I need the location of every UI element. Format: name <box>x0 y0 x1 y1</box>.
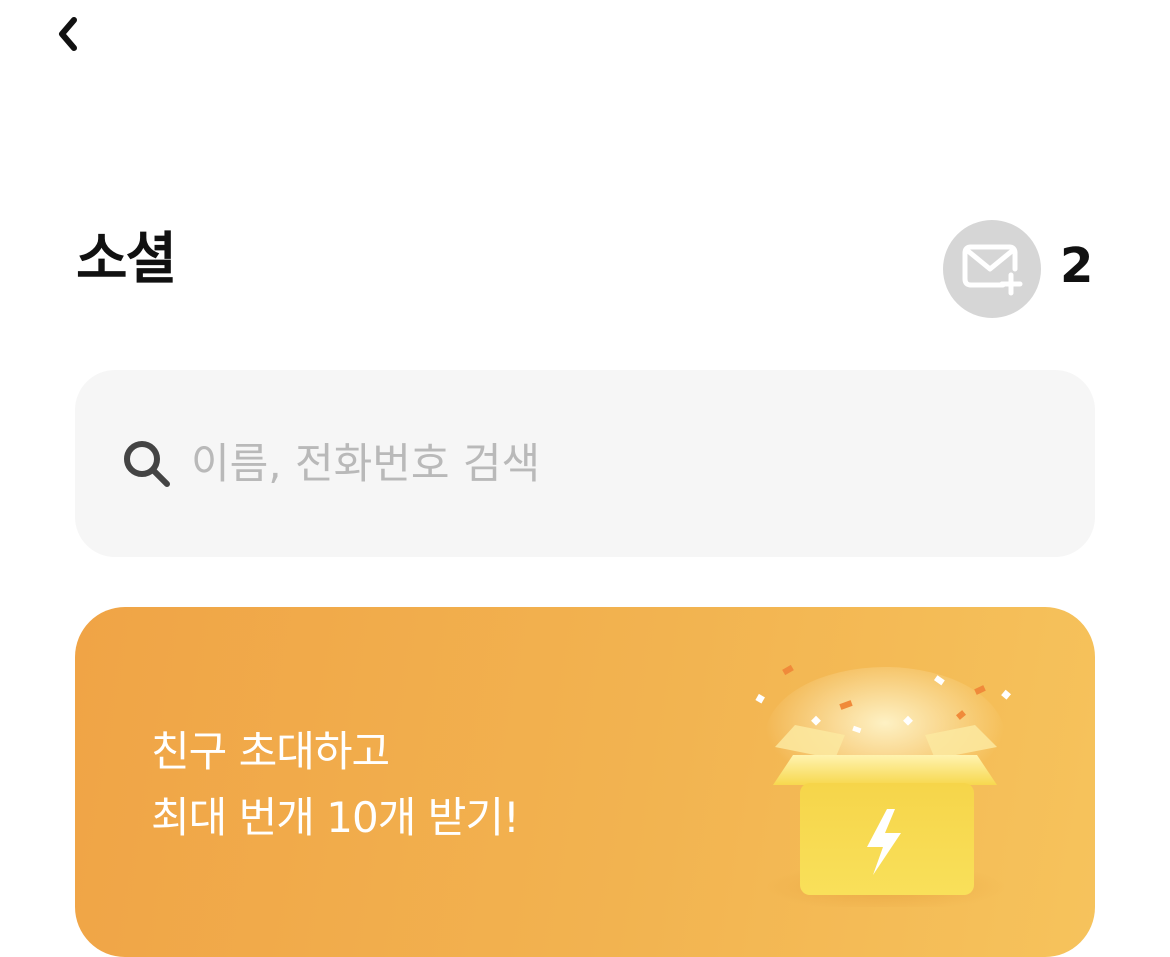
back-button[interactable] <box>46 12 90 56</box>
mail-invite-button[interactable] <box>943 220 1041 318</box>
mail-count-badge: 2 <box>1060 238 1094 294</box>
invite-promo-banner[interactable]: 친구 초대하고 최대 번개 10개 받기! <box>75 607 1095 957</box>
search-bar[interactable] <box>75 370 1095 557</box>
social-screen: 소셜 2 친구 초대하고 최대 번개 10개 받기! <box>0 0 1170 957</box>
promo-line-2: 최대 번개 10개 받기! <box>151 793 520 842</box>
promo-line-1: 친구 초대하고 <box>151 727 390 776</box>
search-icon <box>119 436 175 492</box>
mail-add-icon <box>962 244 1023 296</box>
gift-box-icon <box>755 664 1011 907</box>
search-input[interactable] <box>191 428 1011 499</box>
promo-text: 친구 초대하고 최대 번개 10개 받기! <box>151 719 520 851</box>
chevron-left-icon <box>59 17 77 51</box>
page-title: 소셜 <box>76 227 177 292</box>
